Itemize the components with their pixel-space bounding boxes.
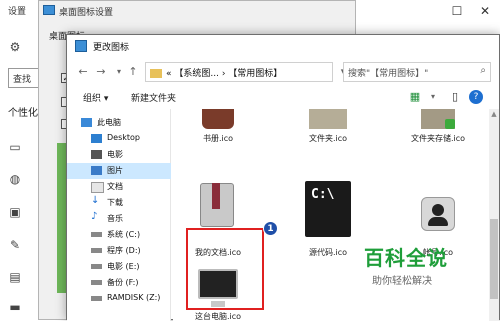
organize-button[interactable]: 组织 ▾ [83, 91, 108, 104]
settings-title: 设置 [8, 7, 27, 17]
nav-label: 此电脑 [97, 118, 121, 127]
book-icon [202, 109, 234, 129]
lockscreen-icon[interactable]: ▣ [8, 205, 22, 219]
change-icon-dialog: 更改图标 ← → ▾ ↑ « 【系统图... › 【常用图标】 ▾ 搜索"【常用… [66, 34, 500, 321]
nav-label: RAMDISK (Z:) [107, 293, 161, 302]
nav-label: 图片 [107, 166, 123, 175]
address-chevron: « [166, 69, 172, 79]
person-head [432, 204, 444, 216]
nav-item-drive-e[interactable]: 电影 (E:) [67, 259, 171, 275]
cmd-text: C:\ [311, 187, 335, 202]
nav-label: 备份 (F:) [107, 278, 139, 287]
nav-item-desktop[interactable]: Desktop [67, 131, 171, 147]
title-bar: 更改图标 [67, 35, 499, 57]
chevron-down-icon[interactable]: ▾ [425, 89, 441, 105]
file-label: 文件夹.ico [308, 134, 348, 143]
start-icon[interactable]: ▤ [8, 270, 22, 284]
computer-icon [81, 118, 92, 127]
palette-icon[interactable]: ◍ [8, 172, 22, 186]
drive-icon [91, 296, 102, 301]
close-icon[interactable]: ✕ [470, 0, 500, 22]
nav-label: 系统 (C:) [107, 230, 141, 239]
toolbar: 组织 ▾ 新建文件夹 ▦ ▾ ▯ ? [67, 87, 499, 109]
search-input[interactable]: 搜索"【常用图标】" ⌕ [343, 62, 491, 82]
address-path: 【系统图... › 【常用图标】 [174, 69, 283, 79]
file-label: 书册.ico [202, 134, 234, 143]
nav-item-drive-d[interactable]: 程序 (D:) [67, 243, 171, 259]
file-label: 源代码.ico [308, 248, 348, 257]
bookmark-icon [212, 183, 220, 209]
nav-label: 电影 [107, 150, 123, 159]
scroll-up-icon[interactable]: ▲ [489, 109, 499, 119]
file-label: 文件夹存储.ico [410, 134, 466, 143]
nav-label: 程序 (D:) [107, 246, 141, 255]
nav-label: 下载 [107, 198, 123, 207]
folder-icon [309, 109, 347, 129]
nav-item-drive-f[interactable]: 备份 (F:) [67, 275, 171, 291]
back-icon[interactable]: ← [75, 64, 91, 80]
watermark-subtitle: 助你轻松解决 [372, 276, 432, 287]
theme-icon[interactable]: ✎ [8, 238, 22, 252]
search-icon: ⌕ [480, 65, 486, 76]
settings-section-label: 个性化 [8, 108, 38, 119]
view-icon[interactable]: ▦ [407, 89, 423, 105]
window-icon [75, 40, 87, 52]
desktop-folder-icon [91, 134, 102, 143]
nav-item-downloads[interactable]: ↓ 下载 [67, 195, 171, 211]
nav-item-this-pc[interactable]: 此电脑 [67, 115, 171, 131]
display-icon[interactable]: ▭ [8, 140, 22, 154]
music-icon: ♪ [91, 211, 98, 222]
help-icon[interactable]: ? [469, 90, 483, 104]
nav-item-videos[interactable]: 电影 [67, 147, 171, 163]
nav-item-music[interactable]: ♪ 音乐 [67, 211, 171, 227]
documents-folder-icon [91, 182, 104, 193]
gear-icon[interactable]: ⚙ [8, 40, 22, 54]
forward-icon[interactable]: → [93, 64, 109, 80]
navigation-pane: 此电脑 Desktop 电影 图片 文档 ↓ 下载 ♪ 音乐 系统 (C:) 程… [67, 109, 171, 321]
up-icon[interactable]: ↑ [125, 64, 141, 80]
video-folder-icon [91, 150, 102, 159]
pane-icon[interactable]: ▯ [447, 89, 463, 105]
vertical-scrollbar[interactable]: ▲ [489, 109, 499, 321]
pictures-folder-icon [91, 166, 102, 175]
nav-label: 文档 [107, 182, 123, 191]
settings-search-input[interactable]: 查找 [8, 68, 40, 88]
drive-icon [91, 280, 102, 285]
watermark-title: 百科全说 [364, 246, 448, 270]
address-bar[interactable]: « 【系统图... › 【常用图标】 [145, 62, 333, 82]
dialog-title: 更改图标 [93, 43, 130, 53]
maximize-icon[interactable]: ☐ [442, 0, 472, 22]
drive-icon [91, 232, 102, 237]
file-item[interactable]: 文件夹存储.ico [393, 109, 483, 149]
nav-item-pictures[interactable]: 图片 [67, 163, 171, 179]
selection-highlight [186, 228, 264, 310]
badge-icon [445, 119, 455, 129]
file-item[interactable]: C:\ 源代码.ico [283, 181, 373, 261]
new-folder-button[interactable]: 新建文件夹 [131, 91, 176, 104]
navigation-bar: ← → ▾ ↑ « 【系统图... › 【常用图标】 ▾ 搜索"【常用图标】" … [67, 59, 499, 85]
person-body [428, 217, 448, 226]
nav-label: Desktop [107, 133, 140, 142]
file-item[interactable]: 文件夹.ico [283, 109, 373, 149]
file-item[interactable]: 书册.ico [173, 109, 263, 149]
search-placeholder: 搜索"【常用图标】" [348, 69, 429, 79]
window-icon [43, 5, 55, 15]
scrollbar-thumb[interactable] [490, 219, 498, 299]
folder-icon [150, 69, 162, 78]
taskbar-icon[interactable]: ▬ [8, 300, 22, 314]
nav-item-documents[interactable]: 文档 [67, 179, 171, 195]
drive-icon [91, 248, 102, 253]
download-icon: ↓ [91, 195, 100, 206]
dialog-title: 桌面图标设置 [59, 8, 114, 18]
drive-icon [91, 264, 102, 269]
nav-label: 音乐 [107, 214, 123, 223]
nav-label: 电影 (E:) [107, 262, 140, 271]
step-badge: 1 [263, 221, 278, 236]
nav-item-drive-z[interactable]: RAMDISK (Z:) [67, 291, 171, 307]
nav-item-drive-c[interactable]: 系统 (C:) [67, 227, 171, 243]
